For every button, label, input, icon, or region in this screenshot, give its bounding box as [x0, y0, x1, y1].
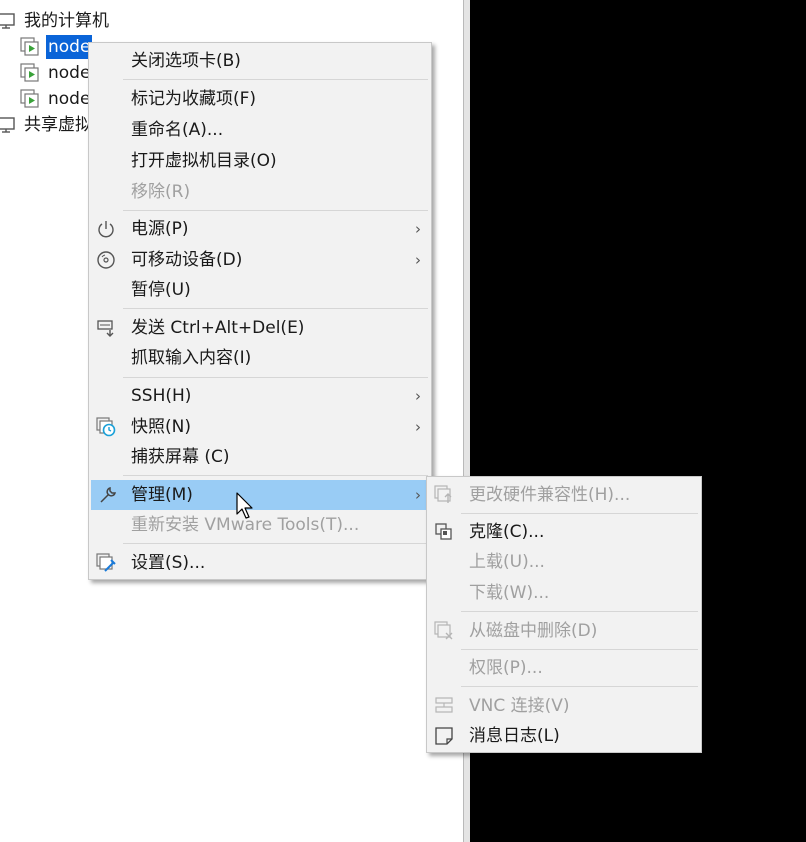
menu-remove: 移除(R) [131, 182, 191, 202]
submenu-separator [461, 611, 698, 612]
menu-separator [123, 475, 428, 476]
menu-separator [123, 308, 428, 309]
clone-icon [435, 523, 452, 540]
chevron-right-icon: › [415, 220, 421, 238]
submenu-clone[interactable]: 克隆(C)... [427, 517, 701, 547]
menu-manage[interactable]: 管理(M) › [91, 480, 429, 510]
menu-separator [123, 210, 428, 211]
menu-separator [123, 79, 428, 80]
note-icon [435, 727, 453, 745]
tree-vm-label: node [48, 63, 91, 83]
chevron-right-icon: › [415, 251, 421, 269]
submenu-upload: 上载(U)... [469, 552, 545, 572]
vnc-icon [435, 697, 453, 713]
menu-settings[interactable]: 设置(S)... [89, 548, 431, 578]
delete-vm-icon [434, 621, 453, 640]
menu-removable-devices[interactable]: 可移动设备(D) › [89, 245, 431, 275]
wrench-icon [100, 486, 117, 503]
chevron-right-icon: › [415, 486, 421, 504]
submenu-separator [461, 513, 698, 514]
vm-context-menu: 关闭选项卡(B) 标记为收藏项(F) 重命名(A)... 打开虚拟机目录(O) … [88, 42, 432, 580]
snapshot-icon [96, 417, 116, 437]
menu-pause[interactable]: 暂停(U) [89, 275, 431, 305]
settings-icon [96, 553, 116, 572]
menu-rename[interactable]: 重命名(A)... [89, 115, 431, 145]
menu-separator [123, 543, 428, 544]
menu-ssh[interactable]: SSH(H) › [89, 381, 431, 411]
submenu-message-log[interactable]: 消息日志(L) [427, 721, 701, 751]
vm-icon [20, 89, 39, 108]
tree-vm-label: node [48, 89, 91, 109]
submenu-change-hardware-compat: 更改硬件兼容性(H)... [427, 480, 701, 510]
manage-submenu: 更改硬件兼容性(H)... 克隆(C)... 上载(U)... 下载(W)...… [426, 476, 702, 753]
keyboard-send-icon [97, 320, 114, 337]
menu-capture-screen[interactable]: 捕获屏幕 (C) [89, 442, 431, 472]
tree-shared-label: 共享虚拟 [24, 115, 92, 135]
tree-shared-vms[interactable]: 共享虚拟 [0, 113, 94, 137]
submenu-vnc-connection: VNC 连接(V) [427, 691, 701, 721]
menu-close-tab[interactable]: 关闭选项卡(B) [89, 46, 431, 76]
tree-vm-node3[interactable]: node [20, 87, 92, 111]
chevron-right-icon: › [415, 418, 421, 436]
menu-open-vm-directory[interactable]: 打开虚拟机目录(O) [89, 146, 431, 176]
menu-snapshot[interactable]: 快照(N) › [89, 412, 431, 442]
tree-vm-node2[interactable]: node [20, 61, 92, 85]
menu-separator [123, 377, 428, 378]
menu-mark-favorite[interactable]: 标记为收藏项(F) [89, 84, 431, 114]
chevron-right-icon: › [415, 387, 421, 405]
menu-grab-input[interactable]: 抓取输入内容(I) [89, 343, 431, 373]
disc-icon [97, 251, 115, 269]
menu-reinstall-vmware-tools: 重新安装 VMware Tools(T)... [131, 515, 360, 535]
tree-my-computer[interactable]: 我的计算机 [0, 9, 111, 33]
tree-vm-label: node [46, 35, 93, 59]
vm-icon [20, 63, 39, 82]
tree-vm-node1[interactable]: node [20, 35, 93, 59]
computer-icon [0, 13, 15, 29]
submenu-download: 下载(W)... [469, 583, 550, 603]
submenu-separator [461, 686, 698, 687]
submenu-permissions: 权限(P)... [469, 658, 543, 678]
menu-power[interactable]: 电源(P) › [89, 214, 431, 244]
power-icon [98, 221, 114, 238]
vm-icon [20, 37, 39, 56]
computer-icon [0, 117, 15, 133]
menu-send-ctrl-alt-del[interactable]: 发送 Ctrl+Alt+Del(E) [89, 313, 431, 343]
upgrade-icon [434, 485, 452, 503]
submenu-separator [461, 649, 698, 650]
submenu-delete-from-disk: 从磁盘中删除(D) [427, 616, 701, 646]
tree-root-label: 我的计算机 [24, 11, 109, 31]
mouse-cursor-icon [236, 492, 253, 519]
